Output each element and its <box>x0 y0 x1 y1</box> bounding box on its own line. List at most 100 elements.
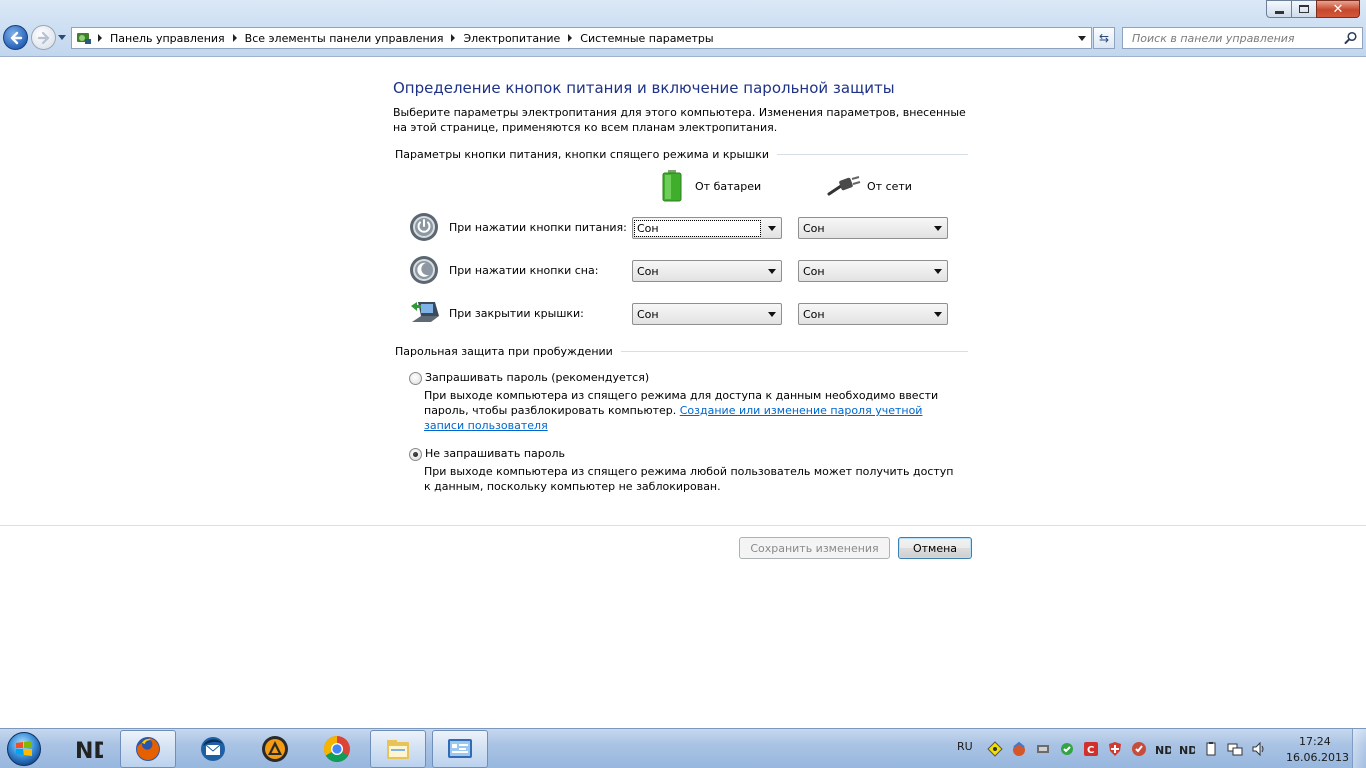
select-value: Сон <box>637 307 659 321</box>
firefox-icon <box>136 737 160 761</box>
address-dropdown-icon[interactable] <box>1078 36 1086 41</box>
tray-volume-icon[interactable] <box>1251 741 1267 757</box>
select-value: Сон <box>803 307 825 321</box>
breadcrumb-power-options[interactable]: Электропитание <box>463 32 560 45</box>
control-panel-icon <box>74 28 94 48</box>
password-group-heading: Парольная защита при пробуждении <box>395 345 968 358</box>
close-button[interactable]: ✕ <box>1316 0 1360 18</box>
breadcrumb-separator-icon[interactable] <box>451 34 456 42</box>
taskbar: ND RU C ND ND 17:24 16.06.2013 <box>0 728 1366 768</box>
sleep-button-battery-select[interactable]: Сон <box>632 260 782 282</box>
nd-app-icon: ND <box>75 739 103 764</box>
no-password-radio[interactable] <box>409 448 422 461</box>
aimp-icon <box>262 736 288 762</box>
taskbar-chrome[interactable] <box>309 730 365 768</box>
maximize-icon <box>1299 5 1309 13</box>
breadcrumb-control-panel[interactable]: Панель управления <box>110 32 225 45</box>
group-divider <box>777 154 968 155</box>
start-button[interactable] <box>4 731 44 767</box>
refresh-icon: ⇆ <box>1098 31 1110 45</box>
no-password-label[interactable]: Не запрашивать пароль <box>425 447 565 460</box>
sleep-button-label: При нажатии кнопки сна: <box>449 264 599 277</box>
battery-column-label: От батареи <box>695 179 762 193</box>
taskbar-thunderbird[interactable] <box>185 730 241 768</box>
chevron-down-icon <box>934 312 942 317</box>
forward-button[interactable] <box>31 25 56 50</box>
require-password-radio[interactable] <box>409 372 422 385</box>
show-desktop-button[interactable] <box>1352 729 1366 768</box>
power-button-icon <box>409 212 439 242</box>
breadcrumb-separator-icon[interactable] <box>232 34 237 42</box>
breadcrumb-all-items[interactable]: Все элементы панели управления <box>245 32 444 45</box>
breadcrumb-system-settings[interactable]: Системные параметры <box>580 32 713 45</box>
battery-icon <box>662 170 682 202</box>
power-button-ac-select[interactable]: Сон <box>798 217 948 239</box>
caption-buttons: ✕ <box>1266 0 1360 18</box>
back-button[interactable] <box>3 25 28 50</box>
sleep-button-icon <box>409 255 439 285</box>
minimize-icon <box>1274 10 1284 14</box>
close-icon: ✕ <box>1332 1 1344 17</box>
tray-sync-icon[interactable] <box>1059 741 1075 757</box>
taskbar-control-panel[interactable] <box>432 730 488 768</box>
select-value: Сон <box>803 264 825 278</box>
language-indicator[interactable]: RU <box>957 740 973 753</box>
select-value: Сон <box>803 221 825 235</box>
tray-network-icon[interactable] <box>1227 741 1243 757</box>
clock-time[interactable]: 17:24 <box>1299 735 1331 748</box>
power-plug-icon <box>827 176 861 196</box>
buttons-group-heading: Параметры кнопки питания, кнопки спящего… <box>395 148 968 161</box>
minimize-button[interactable] <box>1266 0 1292 18</box>
search-input[interactable] <box>1132 28 1342 48</box>
tray-warning-icon[interactable] <box>987 741 1003 757</box>
chrome-icon <box>323 735 350 763</box>
tray-shield-icon[interactable] <box>1107 741 1123 757</box>
refresh-button[interactable]: ⇆ <box>1093 27 1115 49</box>
tray-nd-icon[interactable]: ND <box>1179 741 1195 757</box>
taskbar-explorer[interactable] <box>370 730 426 768</box>
tray-app-icon[interactable] <box>1011 741 1027 757</box>
tray-device-icon[interactable] <box>1035 741 1051 757</box>
save-changes-button[interactable]: Сохранить изменения <box>739 537 890 559</box>
tray-antivirus-icon[interactable]: C <box>1083 741 1099 757</box>
recent-pages-dropdown[interactable] <box>58 35 66 40</box>
lid-close-battery-select[interactable]: Сон <box>632 303 782 325</box>
lid-close-ac-select[interactable]: Сон <box>798 303 948 325</box>
laptop-lid-icon <box>409 298 439 328</box>
require-password-label[interactable]: Запрашивать пароль (рекомендуется) <box>425 371 649 384</box>
taskbar-nd-app[interactable]: ND <box>60 730 116 768</box>
cancel-button[interactable]: Отмена <box>898 537 972 559</box>
power-button-label: При нажатии кнопки питания: <box>449 221 627 234</box>
svg-text:ND: ND <box>75 739 103 764</box>
group-divider <box>620 351 968 352</box>
forward-arrow-icon <box>37 31 49 44</box>
chevron-down-icon <box>934 269 942 274</box>
chevron-down-icon <box>768 269 776 274</box>
search-icon[interactable] <box>1344 31 1358 48</box>
battery-column-header: От батареи <box>661 170 761 202</box>
svg-text:C: C <box>1087 745 1094 756</box>
ac-column-header: От сети <box>827 176 912 196</box>
clock-date[interactable]: 16.06.2013 <box>1286 751 1349 764</box>
svg-text:ND: ND <box>1179 744 1195 757</box>
no-password-description: При выходе компьютера из спящего режима … <box>424 465 954 493</box>
breadcrumb-separator-icon <box>98 34 102 42</box>
address-bar[interactable]: Панель управления Все элементы панели уп… <box>71 27 1092 49</box>
thunderbird-icon <box>201 737 225 761</box>
windows-logo-icon <box>7 732 41 766</box>
password-group-heading-text: Парольная защита при пробуждении <box>395 345 613 358</box>
search-box[interactable] <box>1122 27 1363 49</box>
buttons-group-heading-text: Параметры кнопки питания, кнопки спящего… <box>395 148 770 161</box>
chevron-down-icon <box>934 226 942 231</box>
taskbar-aimp[interactable] <box>247 730 303 768</box>
explorer-icon <box>387 740 409 759</box>
breadcrumb-separator-icon[interactable] <box>568 34 573 42</box>
tray-security-icon[interactable] <box>1131 741 1147 757</box>
tray-nd-icon[interactable]: ND <box>1155 741 1171 757</box>
maximize-button[interactable] <box>1291 0 1317 18</box>
taskbar-firefox[interactable] <box>120 730 176 768</box>
tray-power-icon[interactable] <box>1203 741 1219 757</box>
select-value: Сон <box>634 219 761 237</box>
power-button-battery-select[interactable]: Сон <box>632 217 782 239</box>
sleep-button-ac-select[interactable]: Сон <box>798 260 948 282</box>
